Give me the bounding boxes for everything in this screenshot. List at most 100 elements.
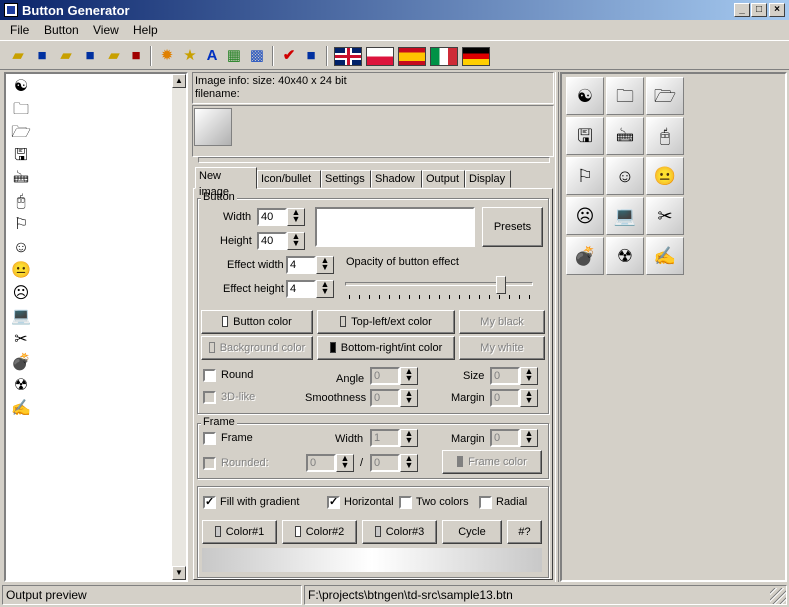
icon-list-scrollbar[interactable]: ▲ ▼ bbox=[172, 74, 186, 580]
scroll-up-arrow-icon[interactable]: ▲ bbox=[172, 74, 186, 88]
two-colors-checkbox[interactable] bbox=[399, 496, 412, 509]
font-icon[interactable]: A bbox=[202, 46, 222, 66]
frame-width-spin[interactable]: ▲ ▼ bbox=[400, 429, 418, 447]
color2-button[interactable]: Color#2 bbox=[282, 520, 357, 544]
uk-flag-icon[interactable] bbox=[334, 47, 362, 66]
open-folder-icon[interactable]: ▰ bbox=[8, 46, 28, 66]
frame-color-button[interactable]: Frame color bbox=[442, 450, 542, 474]
height-input[interactable]: 40 bbox=[257, 232, 287, 250]
bomb-icon[interactable]: 💣 bbox=[11, 353, 31, 373]
laptop-icon[interactable]: 💻 bbox=[11, 307, 31, 327]
tab-icon-bullet[interactable]: Icon/bullet bbox=[257, 170, 321, 188]
minimize-button[interactable]: _ bbox=[734, 3, 750, 17]
tab-new-image[interactable]: New image bbox=[195, 167, 257, 198]
open-folder-icon[interactable]: 🗁 bbox=[11, 123, 31, 143]
save-icon[interactable]: ■ bbox=[301, 46, 321, 66]
close-button[interactable]: × bbox=[769, 3, 785, 17]
scissors-icon[interactable]: ✂ bbox=[11, 330, 31, 350]
italy-flag-icon[interactable] bbox=[430, 47, 458, 66]
preview-splitter[interactable] bbox=[198, 157, 550, 163]
maximize-button[interactable]: □ bbox=[751, 3, 767, 17]
poland-flag-icon[interactable] bbox=[366, 47, 394, 66]
tab-settings[interactable]: Settings bbox=[321, 170, 371, 188]
gradient-help-button[interactable]: #? bbox=[507, 520, 542, 544]
radiation-face-icon[interactable]: ☢ bbox=[11, 376, 31, 396]
frame-width-input[interactable]: 1 bbox=[370, 429, 400, 447]
fill-gradient-checkbox[interactable]: ✓ bbox=[203, 496, 216, 509]
effect-width-input[interactable]: 4 bbox=[286, 256, 316, 274]
cycle-button[interactable]: Cycle bbox=[442, 520, 502, 544]
width-spin[interactable]: ▲ ▼ bbox=[287, 208, 305, 226]
save-as-icon[interactable]: ■ bbox=[80, 46, 100, 66]
tab-shadow[interactable]: Shadow bbox=[371, 170, 422, 188]
gallery-yin-yang-icon[interactable]: ☯ bbox=[566, 77, 604, 115]
gallery-pen-icon[interactable]: ✍ bbox=[646, 237, 684, 275]
color3-button[interactable]: Color#3 bbox=[362, 520, 437, 544]
check-icon[interactable]: ✔ bbox=[279, 46, 299, 66]
button-color-button[interactable]: Button color bbox=[201, 310, 313, 334]
background-color-button[interactable]: Background color bbox=[201, 336, 313, 360]
gallery-sad-face-icon[interactable]: ☹ bbox=[566, 197, 604, 235]
gallery-open-folder-icon[interactable]: 🗁 bbox=[646, 77, 684, 115]
open-folder-icon[interactable]: ▰ bbox=[56, 46, 76, 66]
my-black-button[interactable]: My black bbox=[459, 310, 545, 334]
effect-height-spin[interactable]: ▲ ▼ bbox=[316, 280, 334, 298]
size-spin[interactable]: ▲ ▼ bbox=[520, 367, 538, 385]
smoothness-spin[interactable]: ▲ ▼ bbox=[400, 389, 418, 407]
neutral-face-icon[interactable]: 😐 bbox=[11, 261, 31, 281]
open-folder-icon[interactable]: ▰ bbox=[104, 46, 124, 66]
gallery-radiation-face-icon[interactable]: ☢ bbox=[606, 237, 644, 275]
germany-flag-icon[interactable] bbox=[462, 47, 490, 66]
smile-icon[interactable]: ☺ bbox=[11, 238, 31, 258]
tab-output[interactable]: Output bbox=[422, 170, 465, 188]
my-white-button[interactable]: My white bbox=[459, 336, 545, 360]
palette-icon[interactable]: ▩ bbox=[247, 46, 267, 66]
flag-icon[interactable]: ⚐ bbox=[11, 215, 31, 235]
folder-star-icon[interactable]: ★ bbox=[180, 46, 200, 66]
gallery-mouse-icon[interactable]: 🖰 bbox=[646, 117, 684, 155]
gallery-folder-icon[interactable]: 🗀 bbox=[606, 77, 644, 115]
menu-view[interactable]: View bbox=[93, 23, 119, 37]
gallery-bomb-icon[interactable]: 💣 bbox=[566, 237, 604, 275]
gallery-scissors-icon[interactable]: ✂ bbox=[646, 197, 684, 235]
floppy-icon[interactable]: 🖫 bbox=[11, 146, 31, 166]
menu-help[interactable]: Help bbox=[133, 23, 158, 37]
frame-margin-input[interactable]: 0 bbox=[490, 429, 520, 447]
gallery-laptop-icon[interactable]: 💻 bbox=[606, 197, 644, 235]
bottom-right-color-button[interactable]: Bottom-right/int color bbox=[317, 336, 455, 360]
keyboard-icon[interactable]: 🖮 bbox=[11, 169, 31, 189]
pen-icon[interactable]: ✍ bbox=[11, 399, 31, 419]
smoothness-input[interactable]: 0 bbox=[370, 389, 400, 407]
color1-button[interactable]: Color#1 bbox=[202, 520, 277, 544]
panel-splitter[interactable] bbox=[555, 72, 559, 582]
margin-input[interactable]: 0 bbox=[490, 389, 520, 407]
menu-button[interactable]: Button bbox=[44, 23, 79, 37]
radial-checkbox[interactable] bbox=[479, 496, 492, 509]
rounded-b-input[interactable]: 0 bbox=[370, 454, 400, 472]
margin-spin[interactable]: ▲ ▼ bbox=[520, 389, 538, 407]
rounded-b-spin[interactable]: ▲ ▼ bbox=[400, 454, 418, 472]
gallery-keyboard-icon[interactable]: 🖮 bbox=[606, 117, 644, 155]
height-spin[interactable]: ▲ ▼ bbox=[287, 232, 305, 250]
explosion-icon[interactable]: ✹ bbox=[157, 46, 177, 66]
icon-list[interactable]: ☯ 🗀 🗁 🖫 🖮 🖰 ⚐ ☺ 😐 ☹ 💻 ✂ 💣 ☢ ✍ bbox=[4, 72, 188, 582]
spain-flag-icon[interactable] bbox=[398, 47, 426, 66]
menu-file[interactable]: File bbox=[10, 23, 29, 37]
frame-checkbox[interactable] bbox=[203, 432, 216, 445]
gallery-floppy-icon[interactable]: 🖫 bbox=[566, 117, 604, 155]
width-input[interactable]: 40 bbox=[257, 208, 287, 226]
rounded-a-input[interactable]: 0 bbox=[306, 454, 336, 472]
resize-grip[interactable] bbox=[770, 588, 786, 604]
save-icon[interactable]: ■ bbox=[126, 46, 146, 66]
rounded-a-spin[interactable]: ▲ ▼ bbox=[336, 454, 354, 472]
frame-margin-spin[interactable]: ▲ ▼ bbox=[520, 429, 538, 447]
save-icon[interactable]: ■ bbox=[32, 46, 52, 66]
effect-width-spin[interactable]: ▲ ▼ bbox=[316, 256, 334, 274]
3d-like-checkbox[interactable] bbox=[203, 391, 216, 404]
rounded-checkbox[interactable] bbox=[203, 457, 216, 470]
color-grid-icon[interactable]: ▦ bbox=[224, 46, 244, 66]
sad-face-icon[interactable]: ☹ bbox=[11, 284, 31, 304]
gallery-neutral-face-icon[interactable]: 😐 bbox=[646, 157, 684, 195]
size-input[interactable]: 0 bbox=[490, 367, 520, 385]
round-checkbox[interactable] bbox=[203, 369, 216, 382]
